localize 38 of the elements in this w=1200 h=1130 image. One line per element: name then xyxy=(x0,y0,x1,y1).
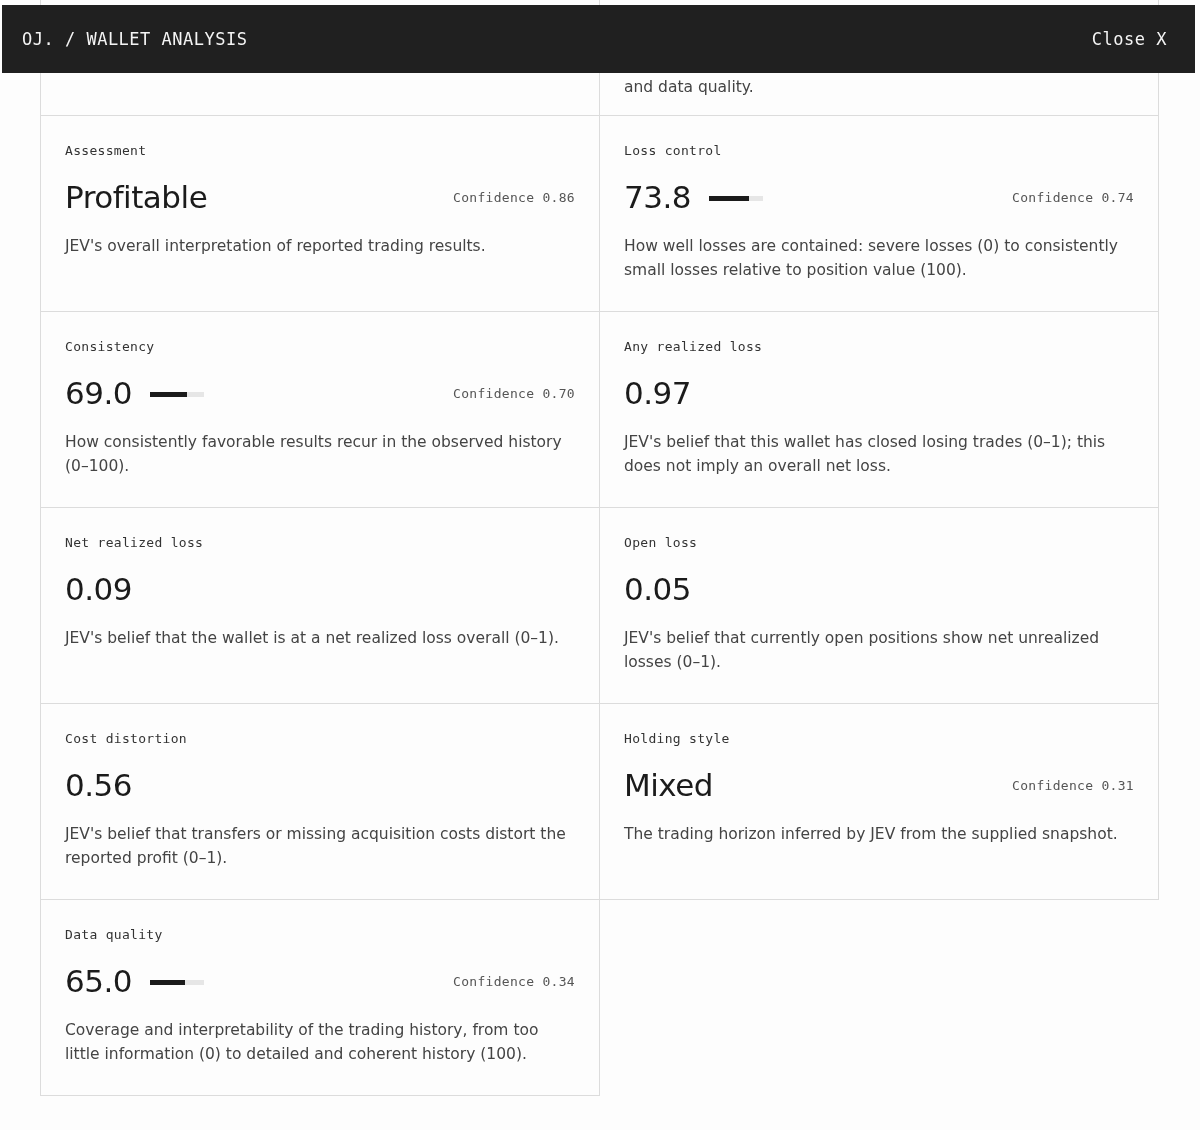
metric-description: The trading horizon inferred by JEV from the supplied snapshot. xyxy=(624,824,1119,845)
metric-value: Profitable xyxy=(65,179,208,215)
score-bar xyxy=(709,195,764,201)
metric-value: Mixed xyxy=(624,767,713,803)
metric-value: 0.09 xyxy=(65,571,133,607)
metric-description: JEV's belief that currently open positions show net unrealized losses (0–1). xyxy=(624,628,1101,673)
confidence-score: Confidence 0.70 xyxy=(453,385,575,401)
metric-label: Assessment xyxy=(65,143,147,158)
metric-label: Consistency xyxy=(65,339,155,354)
metric-description: JEV's belief that transfers or missing acquisition costs distort the reported profit (0–1). xyxy=(65,824,567,869)
metric-description: How well losses are contained: severe losses (0) to consistently small losses relative to position value (100). xyxy=(624,236,1119,281)
metric-value: 0.97 xyxy=(624,375,692,411)
close-button[interactable]: Close X xyxy=(1091,29,1167,49)
metric-label: Any realized loss xyxy=(624,339,763,354)
metric-label: Holding style xyxy=(624,731,730,746)
metric-label: Net realized loss xyxy=(65,535,204,550)
confidence-score: Confidence 0.31 xyxy=(1012,777,1134,793)
metric-label: Open loss xyxy=(624,535,698,550)
metric-label: Loss control xyxy=(624,143,722,158)
confidence-score: Confidence 0.34 xyxy=(453,973,575,989)
metric-description: JEV's overall interpretation of reported trading results. xyxy=(65,236,487,257)
page-title: OJ. / WALLET ANALYSIS xyxy=(22,29,248,49)
metric-description: and data quality. xyxy=(624,77,754,98)
metric-label: Data quality xyxy=(65,927,163,942)
confidence-score: Confidence 0.74 xyxy=(1012,189,1134,205)
metric-label: Cost distortion xyxy=(65,731,187,746)
metric-value: 73.8 xyxy=(624,179,692,215)
metric-value: 65.0 xyxy=(65,963,133,999)
metric-value: 0.05 xyxy=(624,571,692,607)
metric-value: 69.0 xyxy=(65,375,133,411)
metric-description: JEV's belief that this wallet has closed losing trades (0–1); this does not imply an overall net loss. xyxy=(624,432,1107,477)
metric-description: JEV's belief that the wallet is at a net realized loss overall (0–1). xyxy=(65,628,560,649)
score-bar xyxy=(150,979,205,985)
metric-description: Coverage and interpretability of the trading history, from too little information (0) to detailed and coherent history (100). xyxy=(65,1020,540,1065)
score-bar xyxy=(150,391,205,397)
metric-description: How consistently favorable results recur in the observed history (0–100). xyxy=(65,432,563,477)
confidence-score: Confidence 0.86 xyxy=(453,189,575,205)
metric-value: 0.56 xyxy=(65,767,133,803)
